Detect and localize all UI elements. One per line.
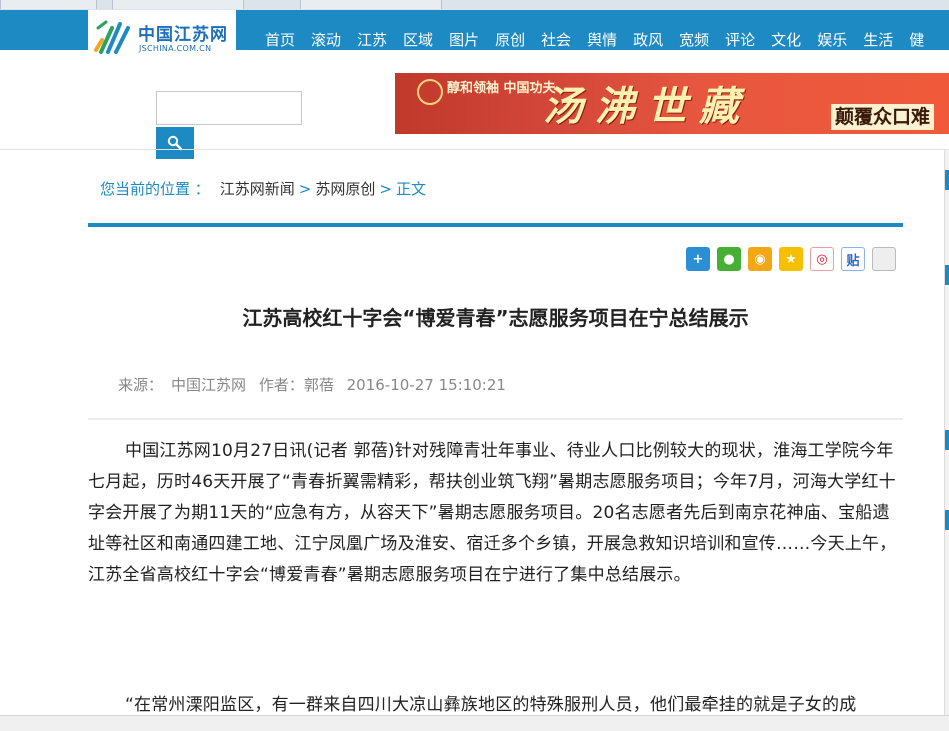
content-top-rule bbox=[88, 223, 903, 227]
share-glyph: ◉ bbox=[754, 251, 766, 267]
tab-fragment bbox=[300, 0, 442, 9]
share-glyph: + bbox=[692, 251, 704, 267]
weibo-share-icon[interactable]: ◎ bbox=[810, 247, 834, 271]
share-glyph: ◎ bbox=[816, 251, 828, 267]
article-paragraph: 中国江苏网10月27日讯(记者 郭蓓)针对残障青壮年事业、待业人口比例较大的现状… bbox=[88, 441, 897, 585]
logo-mark-icon bbox=[94, 20, 130, 54]
nav-item[interactable]: 生活 bbox=[856, 20, 900, 60]
nav-item[interactable]: 娱乐 bbox=[810, 20, 854, 60]
breadcrumb-separator: > bbox=[298, 179, 312, 198]
ad-headline: 汤沸世藏 bbox=[543, 83, 751, 130]
source-name: 中国江苏网 bbox=[171, 376, 247, 394]
search-button[interactable] bbox=[156, 127, 194, 159]
banner-advertisement[interactable]: 醇和领袖 中国功夫 汤沸世藏 颠覆众口难 bbox=[395, 73, 949, 134]
side-marker[interactable] bbox=[945, 265, 949, 285]
nav-item[interactable]: 江苏 bbox=[350, 20, 394, 60]
ad-slogan: 醇和领袖 中国功夫 bbox=[447, 81, 556, 96]
source-label: 来源： bbox=[118, 376, 164, 394]
nav-item[interactable]: 首页 bbox=[258, 20, 302, 60]
tab-fragment bbox=[0, 0, 97, 9]
breadcrumb-current: 正文 bbox=[395, 180, 426, 198]
share-glyph: ★ bbox=[785, 251, 797, 267]
nav-item[interactable]: 图片 bbox=[442, 20, 486, 60]
author-label: 作者： bbox=[258, 376, 304, 394]
nav-item[interactable]: 评论 bbox=[718, 20, 762, 60]
header-divider bbox=[0, 149, 949, 150]
breadcrumb-label: 您当前的位置 ： bbox=[100, 180, 210, 198]
article-title: 江苏高校红十字会“博爱青春”志愿服务项目在宁总结展示 bbox=[242, 306, 749, 330]
qzone-share-icon[interactable]: ★ bbox=[779, 247, 803, 271]
breadcrumb: 您当前的位置 ： 江苏网新闻 > 苏网原创 > 正文 bbox=[100, 178, 426, 199]
logo-text-en: JSCHINA.COM.CN bbox=[139, 44, 212, 53]
site-logo[interactable]: 中国江苏网 JSCHINA.COM.CN bbox=[88, 10, 236, 60]
nav-item[interactable]: 宽频 bbox=[672, 20, 716, 60]
author-name: 郭蓓 bbox=[303, 376, 334, 394]
nav-menu: 首页 滚动 江苏 区域 图片 原创 社会 舆情 政风 宽频 评论 文化 娱乐 生活健 bbox=[258, 20, 926, 60]
share-toolbar: + ● ◉ ★ ◎ 贴 bbox=[686, 247, 896, 271]
ad-seal-icon bbox=[417, 79, 443, 105]
share-glyph: 贴 bbox=[846, 253, 860, 269]
nav-item[interactable]: 社会 bbox=[534, 20, 578, 60]
nav-item[interactable]: 舆情 bbox=[580, 20, 624, 60]
copy-share-icon[interactable] bbox=[872, 247, 896, 271]
side-marker[interactable] bbox=[945, 430, 949, 450]
search-input[interactable] bbox=[156, 91, 302, 125]
publish-datetime: 2016-10-27 15:10:21 bbox=[346, 376, 506, 394]
meta-divider bbox=[88, 418, 903, 420]
nav-item[interactable]: 原创 bbox=[488, 20, 532, 60]
nav-item[interactable]: 健 bbox=[902, 20, 924, 60]
nav-item[interactable]: 文化 bbox=[764, 20, 808, 60]
wechat-share-icon[interactable]: ● bbox=[717, 247, 741, 271]
logo-text-cn: 中国江苏网 bbox=[138, 25, 228, 45]
nav-item[interactable]: 滚动 bbox=[304, 20, 348, 60]
qq-share-icon[interactable]: ◉ bbox=[748, 247, 772, 271]
tieba-share-icon[interactable]: 贴 bbox=[841, 247, 865, 271]
tab-fragment bbox=[112, 0, 244, 9]
side-marker[interactable] bbox=[945, 170, 949, 190]
share-glyph: ● bbox=[723, 251, 735, 267]
breadcrumb-link-original[interactable]: 苏网原创 bbox=[315, 178, 375, 199]
window-bottom-bar bbox=[0, 715, 949, 731]
nav-item[interactable]: 政风 bbox=[626, 20, 670, 60]
breadcrumb-link-news[interactable]: 江苏网新闻 bbox=[220, 178, 295, 199]
side-marker[interactable] bbox=[945, 510, 949, 530]
share-plus-share-icon[interactable]: + bbox=[686, 247, 710, 271]
ad-tagline: 颠覆众口难 bbox=[831, 104, 935, 130]
breadcrumb-separator: > bbox=[379, 179, 392, 198]
article-meta: 来源： 中国江苏网 作者：郭蓓 2016-10-27 15:10:21 bbox=[118, 374, 514, 395]
nav-item[interactable]: 区域 bbox=[396, 20, 440, 60]
